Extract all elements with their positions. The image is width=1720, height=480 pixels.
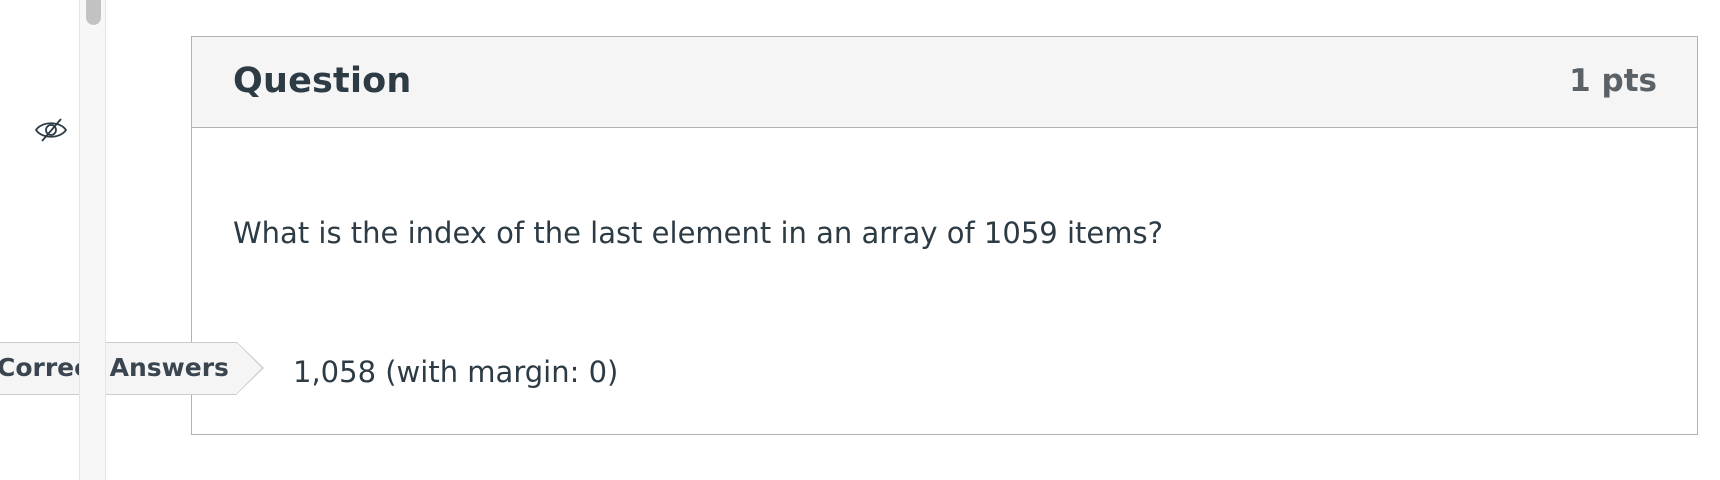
scrollbar-thumb[interactable] — [86, 0, 101, 25]
scrollbar-track[interactable] — [79, 0, 106, 480]
question-header: Question 1 pts — [192, 37, 1697, 128]
question-title: Question — [233, 61, 412, 101]
question-text: What is the index of the last element in… — [233, 216, 1163, 250]
question-card: Question 1 pts What is the index of the … — [191, 36, 1698, 435]
correct-answers-tag: Correct Answers — [0, 341, 264, 395]
question-points: 1 pts — [1569, 63, 1657, 99]
correct-answer-value: 1,058 (with margin: 0) — [293, 355, 619, 389]
correct-answers-label: Correct Answers — [0, 353, 229, 382]
quiz-page: Question 1 pts What is the index of the … — [0, 0, 1720, 480]
eye-off-icon[interactable] — [34, 116, 68, 144]
